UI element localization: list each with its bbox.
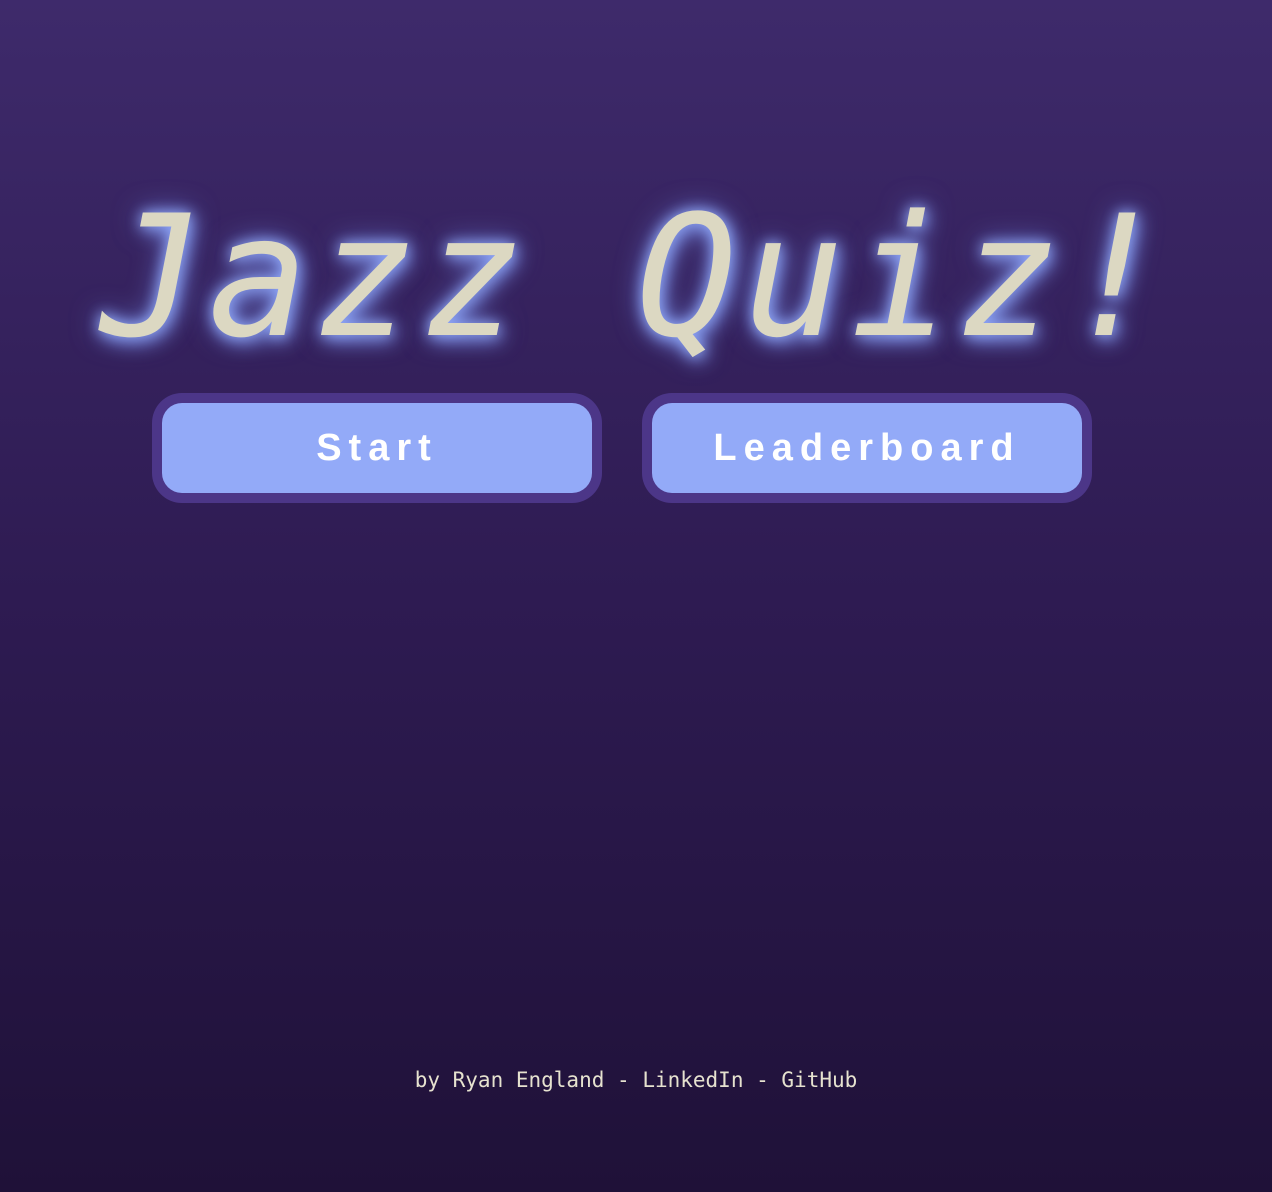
footer-separator: - [743, 1068, 782, 1092]
start-button[interactable]: Start [162, 403, 592, 493]
footer-credit: by Ryan England [414, 1068, 605, 1092]
leaderboard-button-frame: Leaderboard [642, 393, 1092, 503]
start-button-frame: Start [152, 393, 602, 503]
footer: by Ryan England - LinkedIn - GitHub [0, 1066, 1272, 1094]
footer-separator: - [604, 1068, 643, 1092]
github-link[interactable]: GitHub [781, 1068, 857, 1092]
linkedin-link[interactable]: LinkedIn [642, 1068, 743, 1092]
leaderboard-button[interactable]: Leaderboard [652, 403, 1082, 493]
page-title: Jazz Quiz! [100, 179, 1172, 375]
